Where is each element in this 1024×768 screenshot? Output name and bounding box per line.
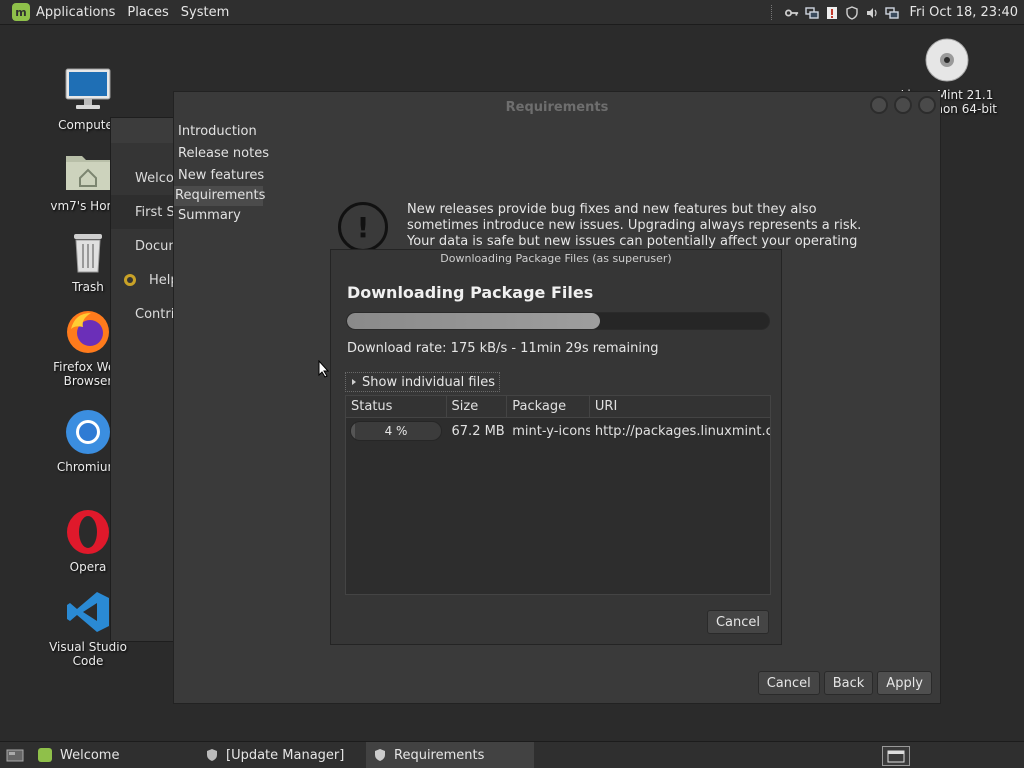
- back-button[interactable]: Back: [823, 671, 874, 695]
- update-alert-icon[interactable]: [825, 6, 839, 20]
- taskbar-item-label: Requirements: [394, 747, 485, 763]
- close-button[interactable]: [918, 96, 936, 114]
- mint-logo-icon: m: [12, 3, 30, 21]
- file-list[interactable]: Status Size Package URI 4 % 67.2 MB mint…: [345, 395, 771, 595]
- apply-button[interactable]: Apply: [877, 671, 932, 695]
- maximize-button[interactable]: [894, 96, 912, 114]
- column-uri[interactable]: URI: [590, 396, 770, 417]
- vscode-icon: [64, 588, 112, 636]
- key-icon[interactable]: [785, 6, 799, 20]
- minimize-button[interactable]: [870, 96, 888, 114]
- mint-welcome-icon: [38, 748, 52, 762]
- column-status[interactable]: Status: [346, 396, 447, 417]
- applications-menu-label: Applications: [36, 4, 116, 20]
- display-icon[interactable]: [885, 6, 900, 20]
- workspace-switcher[interactable]: [882, 746, 910, 766]
- cell-uri: http://packages.linuxmint.com: [594, 423, 770, 439]
- welcome-titlebar[interactable]: [111, 118, 179, 143]
- taskbar-item-requirements[interactable]: Requirements: [366, 741, 534, 768]
- system-menu-label: System: [180, 4, 230, 20]
- expander-label: Show individual files: [362, 374, 496, 390]
- welcome-item-contribute[interactable]: Contribute: [111, 297, 179, 331]
- requirements-nav: Introduction Release notes New features …: [174, 122, 269, 226]
- mouse-cursor-icon: [318, 360, 330, 378]
- taskbar-item-label: [Update Manager]: [226, 747, 345, 763]
- dialog-cancel-button[interactable]: Cancel: [706, 610, 769, 634]
- home-folder-icon: [64, 147, 112, 195]
- tray-separator: [771, 5, 773, 20]
- table-row[interactable]: 4 % 67.2 MB mint-y-icons http://packages…: [346, 418, 770, 444]
- cell-size: 67.2 MB: [451, 423, 505, 439]
- nav-summary[interactable]: Summary: [174, 206, 266, 226]
- welcome-item-help[interactable]: Help: [111, 263, 179, 297]
- nav-release-notes[interactable]: Release notes: [174, 144, 269, 164]
- places-menu-label: Places: [127, 4, 169, 20]
- requirements-titlebar[interactable]: Requirements: [174, 92, 940, 122]
- taskbar-item-label: Welcome: [60, 747, 120, 763]
- file-progress-bar: 4 %: [350, 421, 442, 441]
- shield-icon[interactable]: [845, 5, 859, 20]
- welcome-item-first-steps[interactable]: First Steps: [111, 195, 179, 229]
- trash-icon: [64, 228, 112, 276]
- nav-requirements[interactable]: Requirements: [174, 186, 265, 206]
- shield-icon: [375, 749, 385, 761]
- workspace-icon: [887, 750, 905, 763]
- requirements-footer: Cancel Back Apply: [757, 671, 932, 695]
- taskbar-item-welcome[interactable]: Welcome: [30, 742, 198, 768]
- welcome-window: Welcome First Steps Documentation Help C…: [110, 117, 180, 642]
- disc-icon: [923, 36, 971, 84]
- file-list-header: Status Size Package URI: [346, 396, 770, 418]
- taskbar-item-update-manager[interactable]: [Update Manager]: [198, 742, 366, 768]
- dialog-title[interactable]: Downloading Package Files (as superuser): [331, 250, 781, 268]
- help-icon: [124, 274, 136, 286]
- download-dialog: Downloading Package Files (as superuser)…: [330, 249, 782, 645]
- column-size[interactable]: Size: [447, 396, 508, 417]
- welcome-item-welcome[interactable]: Welcome: [111, 161, 179, 195]
- cell-status: 4 %: [346, 421, 447, 441]
- file-progress-text: 4 %: [384, 424, 408, 438]
- window-controls: [870, 96, 936, 114]
- nav-introduction[interactable]: Introduction: [174, 122, 266, 142]
- window-title: Requirements: [505, 99, 609, 115]
- monitor-icon: [64, 66, 112, 114]
- system-menu[interactable]: System: [175, 0, 235, 25]
- panel-clock[interactable]: Fri Oct 18, 23:40: [909, 5, 1018, 20]
- warning-icon: !: [338, 202, 388, 252]
- expander-arrow-icon: [352, 379, 356, 385]
- chromium-icon: [64, 408, 112, 456]
- column-package[interactable]: Package: [507, 396, 590, 417]
- places-menu[interactable]: Places: [121, 0, 174, 25]
- taskbar: Welcome [Update Manager] Requirements: [0, 741, 1024, 768]
- cell-package: mint-y-icons: [512, 423, 590, 439]
- cancel-button[interactable]: Cancel: [757, 671, 820, 695]
- nav-new-features[interactable]: New features: [174, 166, 266, 186]
- applications-menu[interactable]: m Applications: [0, 0, 121, 25]
- dialog-heading: Downloading Package Files: [347, 283, 594, 302]
- network-icon[interactable]: [805, 6, 820, 20]
- desktop-icon-label: Visual Studio Code: [49, 640, 127, 668]
- shield-icon: [207, 749, 217, 761]
- top-panel: m Applications Places System Fri Oct 18,…: [0, 0, 1024, 25]
- opera-icon: [64, 508, 112, 556]
- overall-progress-bar: [346, 312, 770, 330]
- file-progress-fill: [351, 422, 355, 440]
- overall-progress-fill: [347, 313, 601, 329]
- welcome-item-documentation[interactable]: Documentation: [111, 229, 179, 263]
- show-desktop-icon: [6, 749, 24, 762]
- volume-icon[interactable]: [865, 6, 879, 20]
- show-files-expander[interactable]: Show individual files: [345, 372, 501, 392]
- system-tray: Fri Oct 18, 23:40: [771, 0, 1024, 25]
- download-rate-text: Download rate: 175 kB/s - 11min 29s rema…: [347, 341, 659, 356]
- show-desktop-button[interactable]: [0, 742, 30, 768]
- firefox-icon: [64, 308, 112, 356]
